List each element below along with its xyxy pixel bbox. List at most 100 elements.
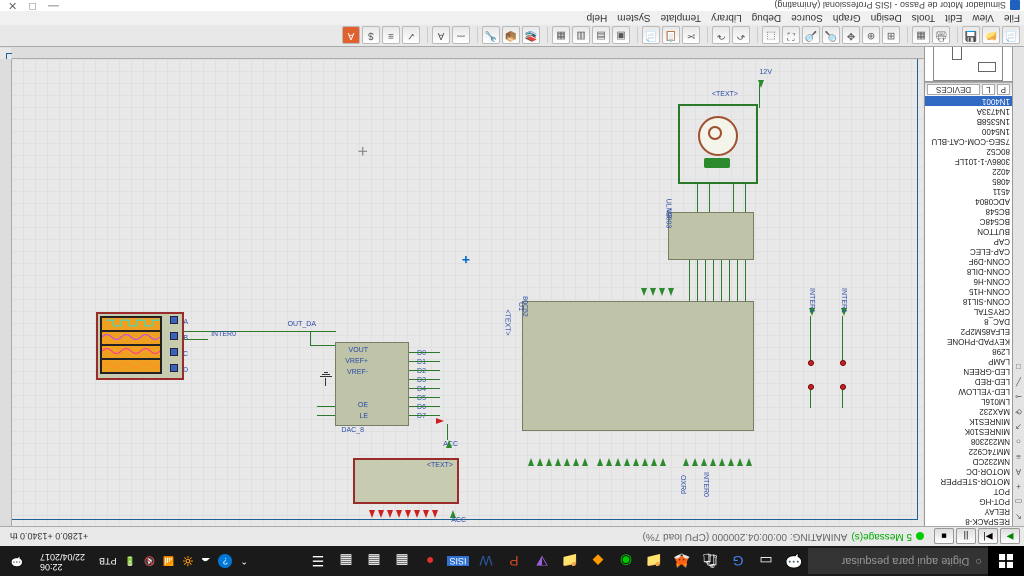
stepper-motor[interactable] (698, 116, 738, 156)
tb-block3[interactable]: ▥ (572, 27, 590, 45)
taskbar-search[interactable]: ○ Digite aqui para pesquisar (808, 548, 988, 574)
menu-edit[interactable]: Edit (945, 13, 962, 24)
device-item[interactable]: LAMP (925, 356, 1012, 366)
taskbar-store-icon[interactable]: 🛍 (696, 546, 724, 576)
device-item[interactable]: BC548C (925, 216, 1012, 226)
device-item[interactable]: CAP-ELEC (925, 246, 1012, 256)
tb-lib[interactable]: 📚 (522, 27, 540, 45)
menu-template[interactable]: Template (661, 13, 702, 24)
close-button[interactable]: ✕ (8, 0, 17, 12)
devices-tab[interactable]: DEVICES (927, 84, 980, 95)
tray-volume-icon[interactable]: 🔇 (144, 556, 155, 567)
device-item[interactable]: 1N5358B (925, 116, 1012, 126)
taskbar-chrome-icon[interactable]: G (724, 546, 752, 576)
tb-save[interactable]: 💾 (962, 27, 980, 45)
device-item[interactable]: LED-GREEN (925, 366, 1012, 376)
menu-design[interactable]: Design (871, 13, 902, 24)
tb-text[interactable]: A (432, 27, 450, 45)
osc-port-a[interactable] (170, 316, 178, 324)
menu-view[interactable]: View (972, 13, 994, 24)
tb-netlist[interactable]: ≡ (382, 27, 400, 45)
sim-pause-button[interactable]: || (956, 529, 976, 545)
oscilloscope[interactable]: D C B A (96, 312, 184, 380)
device-item[interactable]: 1N4733A (925, 106, 1012, 116)
device-item[interactable]: LED-RED (925, 376, 1012, 386)
menu-graph[interactable]: Graph (833, 13, 861, 24)
start-button[interactable] (988, 546, 1024, 576)
osc-port-b[interactable] (170, 332, 178, 340)
menu-library[interactable]: Library (711, 13, 742, 24)
tb-zoomout[interactable]: 🔎 (802, 27, 820, 45)
device-item[interactable]: 4022 (925, 166, 1012, 176)
device-item[interactable]: 4085 (925, 176, 1012, 186)
horizontal-scrollbar[interactable] (12, 47, 924, 59)
tb-copy[interactable]: 📋 (662, 27, 680, 45)
tb-origin[interactable]: ⊕ (862, 27, 880, 45)
device-item[interactable]: MOTOR-DC (925, 466, 1012, 476)
sim-step-button[interactable]: ▶| (978, 529, 998, 545)
tray-battery-icon[interactable]: 🔋 (125, 556, 136, 567)
device-item[interactable]: CONN-D9F (925, 256, 1012, 266)
device-item[interactable]: 1N4001 (925, 96, 1012, 106)
tb-zoomarea[interactable]: ⬚ (762, 27, 780, 45)
device-item[interactable]: CONN-H6 (925, 276, 1012, 286)
device-item[interactable]: MAX232 (925, 406, 1012, 416)
device-item[interactable]: MINRES10K (925, 426, 1012, 436)
filter-l[interactable]: L (982, 84, 994, 95)
device-item[interactable]: MM74C922 (925, 446, 1012, 456)
menu-tools[interactable]: Tools (912, 13, 935, 24)
tool-text[interactable]: A (1014, 465, 1024, 479)
tool-bus[interactable]: ≡ (1014, 450, 1024, 464)
minimize-button[interactable]: — (48, 0, 59, 12)
device-item[interactable]: CONN-SIL18 (925, 296, 1012, 306)
menu-source[interactable]: Source (791, 13, 823, 24)
taskbar-pdf-icon[interactable]: ● (416, 546, 444, 576)
tb-pkg[interactable]: 📦 (502, 27, 520, 45)
taskbar-isis-icon[interactable]: ISIS (444, 546, 472, 576)
tb-redo[interactable]: ↷ (712, 27, 730, 45)
tb-block4[interactable]: ▦ (552, 27, 570, 45)
device-item[interactable]: 3086V-1-101LF (925, 156, 1012, 166)
taskbar-word-icon[interactable]: W (472, 546, 500, 576)
tb-pan[interactable]: ✥ (842, 27, 860, 45)
device-item[interactable]: MINRES1K (925, 416, 1012, 426)
tb-decomp[interactable]: 🔧 (482, 27, 500, 45)
menu-system[interactable]: System (617, 13, 650, 24)
sim-msg-count[interactable]: 5 Message(s) (851, 531, 912, 542)
device-item[interactable]: DAC_8 (925, 316, 1012, 326)
taskbar-app4-icon[interactable]: ▦ (388, 546, 416, 576)
tool-circle[interactable]: ○ (1014, 435, 1024, 449)
tool-line[interactable]: ╱ (1014, 375, 1024, 389)
taskbar-cortana-icon[interactable]: 💬 (780, 546, 808, 576)
tray-help-icon[interactable]: ? (218, 554, 232, 568)
tray-onedrive-icon[interactable]: ☁ (201, 556, 210, 567)
tb-ares[interactable]: A (342, 27, 360, 45)
taskbar-app3-icon[interactable]: 📁 (556, 546, 584, 576)
device-item[interactable]: RELAY (925, 506, 1012, 516)
taskbar-taskview-icon[interactable]: ▭ (752, 546, 780, 576)
schematic-canvas[interactable]: + ✕ U1 80C52 INTER0 OXRd U2 ULN2803 (0, 47, 924, 526)
taskbar-app6-icon[interactable]: ▦ (332, 546, 360, 576)
vertical-scrollbar[interactable] (0, 59, 12, 526)
taskbar-ppt-icon[interactable]: P (500, 546, 528, 576)
sim-stop-button[interactable]: ■ (934, 529, 954, 545)
sim-play-button[interactable]: ▶ (1000, 529, 1020, 545)
chip-uln2803[interactable]: U2 ULN2803 (668, 212, 754, 260)
device-item[interactable]: 80C52 (925, 146, 1012, 156)
menu-file[interactable]: File (1004, 13, 1020, 24)
filter-p[interactable]: P (997, 84, 1010, 95)
menu-help[interactable]: Help (587, 13, 608, 24)
maximize-button[interactable]: □ (29, 0, 36, 12)
tb-zoomin[interactable]: 🔍 (822, 27, 840, 45)
osc-port-d[interactable] (170, 364, 178, 372)
device-item[interactable]: BUTTON (925, 226, 1012, 236)
tb-area[interactable]: ▦ (912, 27, 930, 45)
device-item[interactable]: NM232308 (925, 436, 1012, 446)
tray-chevron-icon[interactable]: ⌃ (240, 556, 248, 567)
osc-port-c[interactable] (170, 348, 178, 356)
tool-component[interactable]: ▭ (1014, 495, 1024, 509)
taskbar-clock[interactable]: 22:06 22/04/2017 (34, 551, 91, 571)
device-item[interactable]: LM016L (925, 396, 1012, 406)
tb-paste[interactable]: 📄 (642, 27, 660, 45)
device-item[interactable]: ELFA85M2P2 (925, 326, 1012, 336)
